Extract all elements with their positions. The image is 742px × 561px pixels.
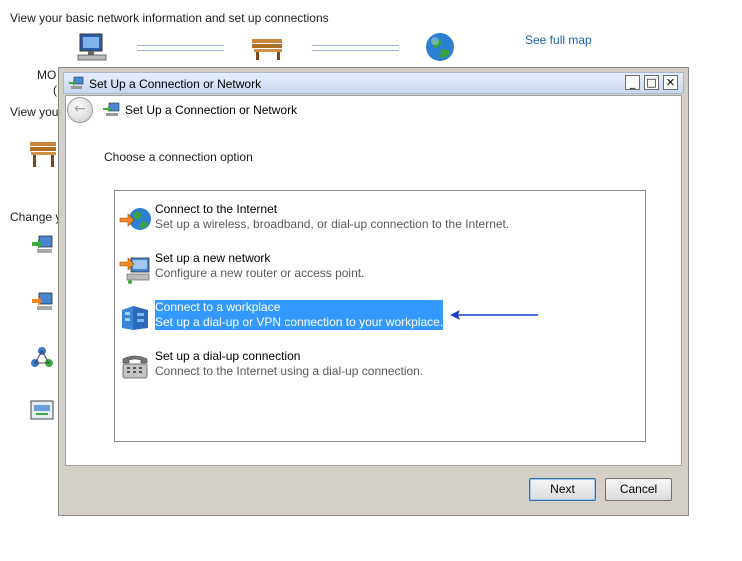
option-title: Set up a dial-up connection <box>155 349 301 363</box>
paren-fragment: ( <box>53 83 57 97</box>
option-new-network[interactable]: Set up a new network Configure a new rou… <box>119 251 449 286</box>
dialog-title: Set Up a Connection or Network <box>89 77 262 91</box>
option-title: Connect to a workplace <box>155 300 281 314</box>
option-connect-workplace[interactable]: Connect to a workplace Set up a dial-up … <box>119 300 449 335</box>
option-title: Connect to the Internet <box>155 202 278 216</box>
network-bench-icon <box>252 39 282 60</box>
globe-internet-icon <box>119 208 151 230</box>
see-full-map-link[interactable]: See full map <box>525 33 592 47</box>
maximize-button[interactable]: □ <box>644 75 659 90</box>
navigation-bar: ← Set Up a Connection or Network <box>66 96 681 126</box>
workplace-building-icon <box>122 306 148 330</box>
option-text: Connect to the Internet Set up a wireles… <box>155 202 509 232</box>
network-bench-icon <box>30 142 56 167</box>
back-arrow-icon: ← <box>74 101 86 117</box>
dialup-phone-icon <box>122 355 148 379</box>
instruction-text: Choose a connection option <box>104 150 253 164</box>
connection-options-list: Connect to the Internet Set up a wireles… <box>114 190 646 442</box>
map-connector-line <box>312 45 399 51</box>
page-heading: View your basic network information and … <box>10 11 329 25</box>
view-networks-fragment: View you <box>10 105 59 119</box>
internet-globe-icon <box>426 33 454 61</box>
wizard-title: Set Up a Connection or Network <box>125 103 298 117</box>
dialog-titlebar[interactable]: Set Up a Connection or Network _ □ ✕ <box>63 72 684 94</box>
back-button[interactable]: ← <box>67 97 93 123</box>
option-title: Set up a new network <box>155 251 271 265</box>
option-description: Configure a new router or access point. <box>155 266 365 280</box>
change-settings-fragment: Change y <box>10 210 62 224</box>
network-setup-icon <box>69 76 84 89</box>
connect-network-icon[interactable] <box>30 290 54 314</box>
option-text: Connect to a workplace Set up a dial-up … <box>155 300 444 330</box>
homegroup-icon[interactable] <box>30 346 54 370</box>
option-text: Set up a dial-up connection Connect to t… <box>155 349 423 379</box>
minimize-button[interactable]: _ <box>625 75 640 90</box>
close-button[interactable]: ✕ <box>663 75 678 90</box>
computer-name-fragment: MO <box>37 68 57 82</box>
setup-connection-icon[interactable] <box>30 233 54 257</box>
network-setup-icon <box>103 102 120 116</box>
new-network-icon <box>119 257 150 284</box>
troubleshoot-icon[interactable] <box>30 400 54 422</box>
annotation-arrow-icon <box>450 310 538 320</box>
dialog-content: ← Set Up a Connection or Network Choose … <box>65 95 682 466</box>
option-dialup-connection[interactable]: Set up a dial-up connection Connect to t… <box>119 349 449 384</box>
option-description: Connect to the Internet using a dial-up … <box>155 364 424 378</box>
option-connect-internet[interactable]: Connect to the Internet Set up a wireles… <box>119 202 509 237</box>
map-connector-line <box>137 45 224 51</box>
option-description: Set up a wireless, broadband, or dial-up… <box>155 217 510 231</box>
option-text: Set up a new network Configure a new rou… <box>155 251 364 281</box>
setup-connection-dialog: Set Up a Connection or Network _ □ ✕ ← S… <box>58 67 689 516</box>
computer-icon <box>77 33 107 61</box>
cancel-button[interactable]: Cancel <box>605 478 672 501</box>
next-button[interactable]: Next <box>529 478 596 501</box>
option-description: Set up a dial-up or VPN connection to yo… <box>155 315 444 329</box>
